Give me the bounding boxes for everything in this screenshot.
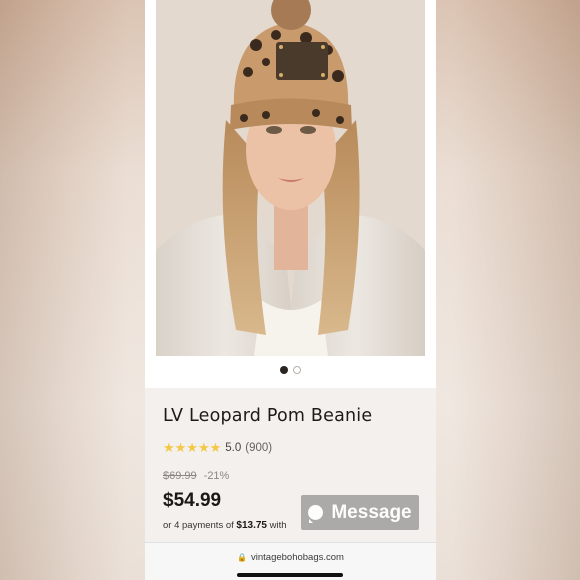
product-photo-illustration	[156, 0, 425, 356]
url-display[interactable]: 🔒 vintagebohobags.com	[145, 552, 436, 563]
original-price: $69.99	[163, 470, 197, 482]
rating-row[interactable]: ★★★★★ 5.0 (900)	[163, 440, 272, 456]
carousel-dot-1[interactable]	[280, 366, 288, 374]
lock-icon: 🔒	[237, 553, 247, 562]
message-button-label: Message	[331, 501, 412, 523]
background-left	[0, 0, 145, 580]
product-image[interactable]	[156, 0, 425, 356]
home-indicator[interactable]	[237, 573, 343, 577]
background-right	[435, 0, 580, 580]
url-text: vintagebohobags.com	[251, 552, 344, 563]
discount-badge: -21%	[203, 470, 230, 482]
installments-prefix: or 4 payments of	[163, 520, 237, 531]
message-button[interactable]: Message	[301, 495, 419, 530]
product-title: LV Leopard Pom Beanie	[163, 406, 373, 426]
phone-screen: LV Leopard Pom Beanie ★★★★★ 5.0 (900) $6…	[145, 0, 436, 580]
star-rating-icon: ★★★★★	[163, 440, 222, 455]
compare-price-row: $69.99 -21%	[163, 470, 229, 482]
chat-bubble-icon	[308, 505, 324, 523]
current-price: $54.99	[163, 490, 222, 511]
review-count[interactable]: (900)	[245, 442, 272, 454]
carousel-dot-2[interactable]	[293, 366, 301, 374]
carousel-indicator	[145, 366, 436, 374]
installments-text: or 4 payments of $13.75 with	[163, 520, 287, 531]
installments-suffix: with	[267, 520, 287, 531]
browser-address-bar[interactable]: 🔒 vintagebohobags.com	[145, 542, 436, 580]
rating-value: 5.0	[225, 442, 242, 454]
installment-amount: $13.75	[236, 520, 267, 531]
